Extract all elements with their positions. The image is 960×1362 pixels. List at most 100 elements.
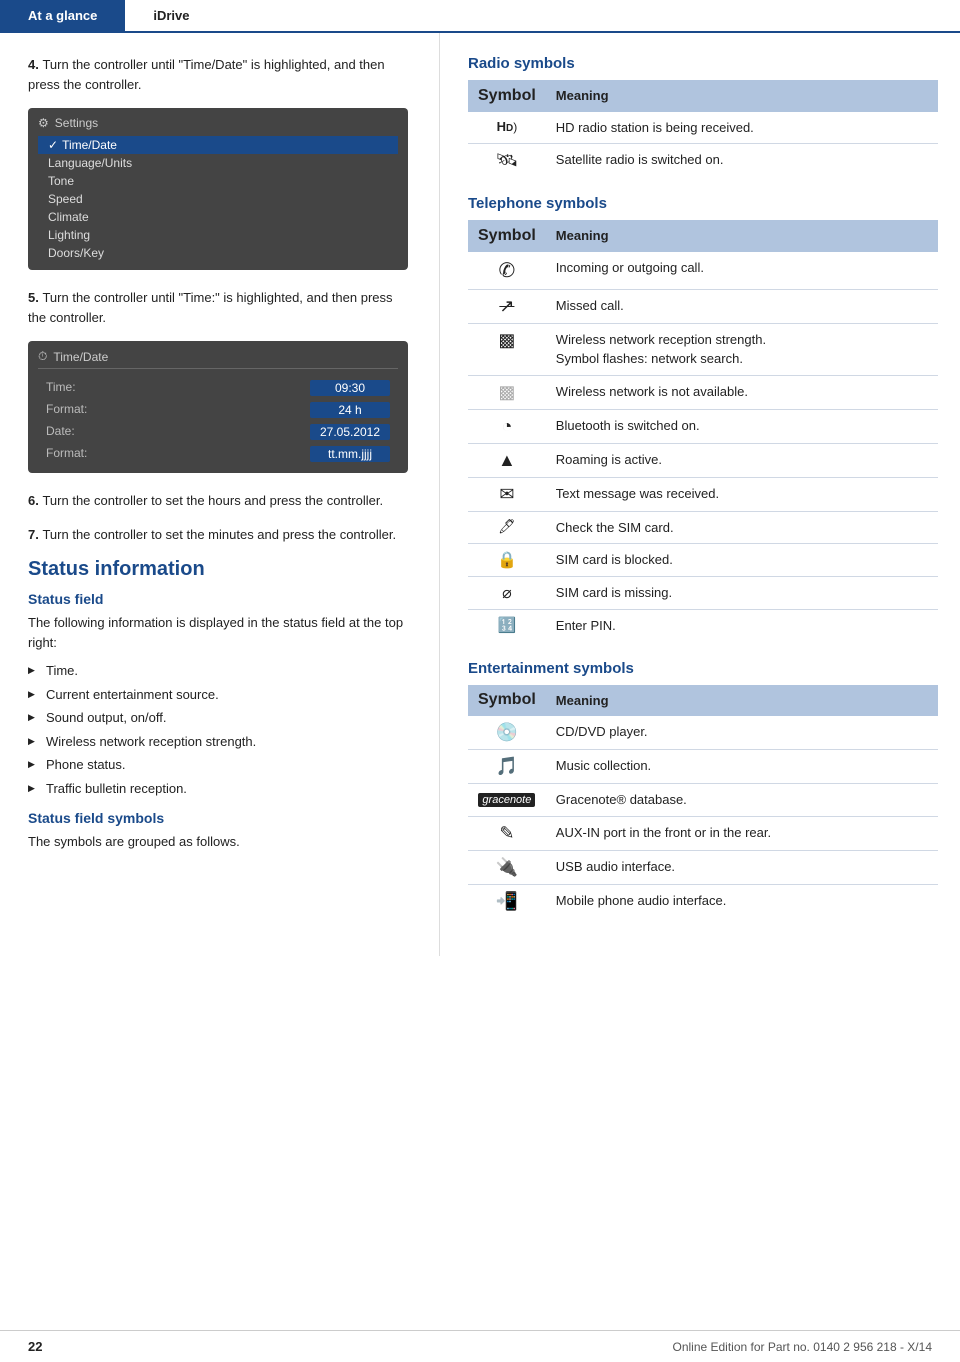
tab-idrive[interactable]: iDrive: [125, 0, 217, 31]
radio-table-col1: Symbol: [468, 80, 546, 112]
bullet-entertainment: Current entertainment source.: [28, 683, 411, 707]
ent-symbol-mobile: 📲: [468, 884, 546, 918]
header-tabs: At a glance iDrive: [0, 0, 960, 33]
settings-gear-icon: ⚙: [38, 116, 49, 130]
radio-symbol-satellite: 🛰: [468, 144, 546, 178]
menu-item-doors[interactable]: Doors/Key: [38, 244, 398, 262]
radio-meaning-hd: HD radio station is being received.: [546, 112, 938, 144]
status-information-heading: Status information: [28, 558, 411, 581]
tel-row-no-signal: ▩ Wireless network is not available.: [468, 375, 938, 409]
radio-table-col2: Meaning: [546, 80, 938, 112]
tel-row-call: ✆ Incoming or outgoing call.: [468, 252, 938, 290]
ent-symbol-music: 🎵: [468, 750, 546, 784]
ent-row-aux: ✎ AUX-IN port in the front or in the rea…: [468, 816, 938, 850]
ent-meaning-gracenote: Gracenote® database.: [546, 784, 938, 817]
tel-meaning-missed: Missed call.: [546, 289, 938, 323]
menu-item-timedate-label: Time/Date: [62, 138, 117, 152]
menu-item-tone[interactable]: Tone: [38, 172, 398, 190]
timedate-row-format1: Format: 24 h: [38, 399, 398, 421]
ent-row-mobile: 📲 Mobile phone audio interface.: [468, 884, 938, 918]
tel-symbol-roaming: ▲: [468, 443, 546, 477]
left-column: 4. Turn the controller until "Time/Date"…: [0, 33, 440, 956]
tab-at-a-glance[interactable]: At a glance: [0, 0, 125, 31]
tel-symbol-missed: ↗: [468, 289, 546, 323]
menu-item-climate[interactable]: Climate: [38, 208, 398, 226]
tel-row-simblocked: 🔒 SIM card is blocked.: [468, 544, 938, 577]
edition-text: Online Edition for Part no. 0140 2 956 2…: [672, 1340, 932, 1354]
timedate-row-time: Time: 09:30: [38, 377, 398, 399]
step-4-number: 4.: [28, 57, 39, 72]
radio-row-satellite: 🛰 Satellite radio is switched on.: [468, 144, 938, 178]
entertainment-symbols-heading: Entertainment symbols: [468, 660, 938, 677]
bullet-sound: Sound output, on/off.: [28, 706, 411, 730]
ent-symbol-usb: 🔌: [468, 850, 546, 884]
tel-meaning-sms: Text message was received.: [546, 477, 938, 511]
format2-label: Format:: [46, 446, 87, 462]
menu-item-timedate[interactable]: ✓ Time/Date: [38, 136, 398, 154]
ent-row-cd: 💿 CD/DVD player.: [468, 716, 938, 750]
tel-symbol-simcheck: 🖊: [468, 511, 546, 544]
radio-meaning-satellite: Satellite radio is switched on.: [546, 144, 938, 178]
tel-symbol-signal: ▩: [468, 323, 546, 375]
menu-item-language[interactable]: Language/Units: [38, 154, 398, 172]
settings-box: ⚙ Settings ✓ Time/Date Language/Units To…: [28, 108, 408, 270]
timedate-row-format2: Format: tt.mm.jjjj: [38, 443, 398, 465]
tel-row-simmissing: ⌀ SIM card is missing.: [468, 577, 938, 610]
radio-symbols-table: Symbol Meaning HD) HD radio station is b…: [468, 80, 938, 177]
timedate-icon: ⏱: [38, 349, 47, 364]
ent-row-music: 🎵 Music collection.: [468, 750, 938, 784]
telephone-symbols-heading: Telephone symbols: [468, 195, 938, 212]
ent-row-gracenote: gracenote Gracenote® database.: [468, 784, 938, 817]
ent-meaning-usb: USB audio interface.: [546, 850, 938, 884]
timedate-title: ⏱ Time/Date: [38, 349, 398, 369]
step-7-text: Turn the controller to set the minutes a…: [42, 527, 396, 542]
tel-meaning-pin: Enter PIN.: [546, 610, 938, 642]
step-6-number: 6.: [28, 493, 39, 508]
tel-meaning-bluetooth: Bluetooth is switched on.: [546, 409, 938, 443]
status-field-heading: Status field: [28, 591, 411, 607]
ent-meaning-aux: AUX-IN port in the front or in the rear.: [546, 816, 938, 850]
status-field-symbols-heading: Status field symbols: [28, 810, 411, 826]
tel-table-col2: Meaning: [546, 220, 938, 252]
tel-row-sms: ✉ Text message was received.: [468, 477, 938, 511]
ent-meaning-cd: CD/DVD player.: [546, 716, 938, 750]
format2-value: tt.mm.jjjj: [310, 446, 390, 462]
ent-row-usb: 🔌 USB audio interface.: [468, 850, 938, 884]
step-6-text: Turn the controller to set the hours and…: [42, 493, 383, 508]
tel-symbol-bluetooth: ◔: [468, 409, 546, 443]
date-value: 27.05.2012: [310, 424, 390, 440]
tel-meaning-simcheck: Check the SIM card.: [546, 511, 938, 544]
radio-symbol-hd: HD): [468, 112, 546, 144]
entertainment-symbols-table: Symbol Meaning 💿 CD/DVD player. 🎵 Music …: [468, 685, 938, 918]
menu-item-speed[interactable]: Speed: [38, 190, 398, 208]
menu-item-lighting[interactable]: Lighting: [38, 226, 398, 244]
step-4-text: Turn the controller until "Time/Date" is…: [28, 57, 385, 92]
ent-meaning-music: Music collection.: [546, 750, 938, 784]
bullet-traffic: Traffic bulletin reception.: [28, 777, 411, 801]
radio-row-hd: HD) HD radio station is being received.: [468, 112, 938, 144]
main-content: 4. Turn the controller until "Time/Date"…: [0, 33, 960, 956]
tel-meaning-signal: Wireless network reception strength.Symb…: [546, 323, 938, 375]
ent-meaning-mobile: Mobile phone audio interface.: [546, 884, 938, 918]
tel-row-simcheck: 🖊 Check the SIM card.: [468, 511, 938, 544]
step-6: 6. Turn the controller to set the hours …: [28, 491, 411, 511]
time-value: 09:30: [310, 380, 390, 396]
tel-meaning-call: Incoming or outgoing call.: [546, 252, 938, 290]
step-5: 5. Turn the controller until "Time:" is …: [28, 288, 411, 327]
bullet-time: Time.: [28, 659, 411, 683]
tel-row-roaming: ▲ Roaming is active.: [468, 443, 938, 477]
status-bullet-list: Time. Current entertainment source. Soun…: [28, 659, 411, 800]
bullet-phone: Phone status.: [28, 753, 411, 777]
format1-value: 24 h: [310, 402, 390, 418]
time-label: Time:: [46, 380, 76, 396]
tel-row-bluetooth: ◔ Bluetooth is switched on.: [468, 409, 938, 443]
tel-meaning-roaming: Roaming is active.: [546, 443, 938, 477]
ent-symbol-cd: 💿: [468, 716, 546, 750]
timedate-row-date: Date: 27.05.2012: [38, 421, 398, 443]
checkmark-icon: ✓: [48, 138, 58, 152]
tel-symbol-no-signal: ▩: [468, 375, 546, 409]
ent-symbol-gracenote: gracenote: [468, 784, 546, 817]
footer: 22 Online Edition for Part no. 0140 2 95…: [0, 1330, 960, 1362]
tel-symbol-pin: 🔢: [468, 610, 546, 642]
step-4: 4. Turn the controller until "Time/Date"…: [28, 55, 411, 94]
